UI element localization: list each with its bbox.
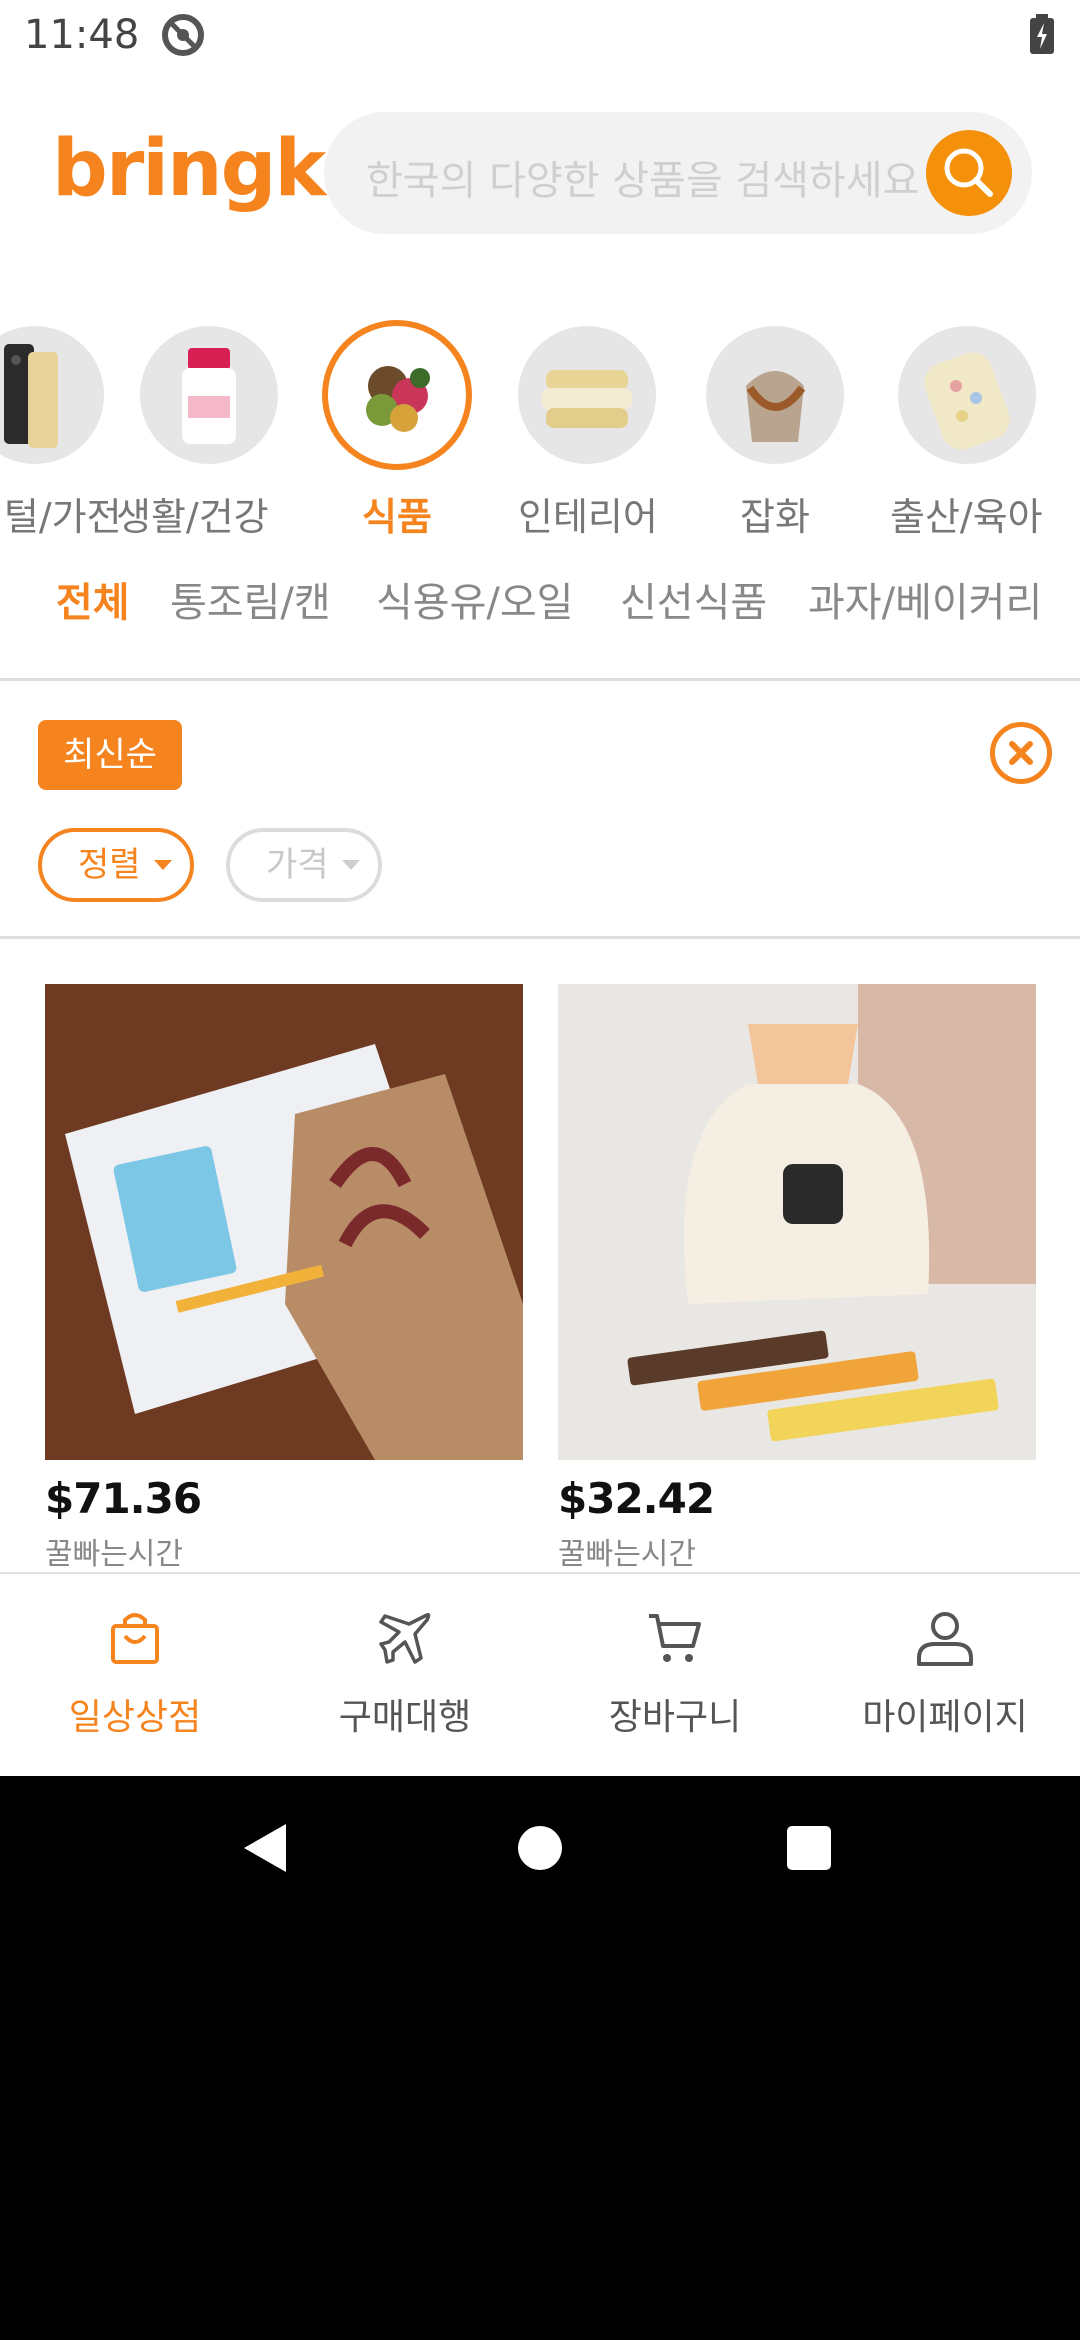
sort-dropdown-label: 정렬: [78, 845, 141, 885]
applied-sort-chip[interactable]: 최신순: [38, 720, 182, 790]
nav-label: 마이페이지: [862, 1697, 1028, 1738]
category-interior[interactable]: 인테리어: [518, 326, 708, 539]
airplane-icon: [379, 1612, 431, 1664]
tab-fresh[interactable]: 신선식품: [620, 570, 767, 628]
nav-label: 구매대행: [338, 1697, 472, 1738]
search-bar[interactable]: 한국의 다양한 상품을 검색하세요: [324, 112, 1032, 234]
product-card[interactable]: $71.36 꿀빠는시간: [45, 984, 523, 1573]
nav-daily-shop[interactable]: 일상상점: [0, 1574, 270, 1776]
tab-snacks-bakery[interactable]: 과자/베이커리: [808, 570, 1042, 628]
status-time: 11:48: [24, 12, 140, 58]
recent-apps-icon[interactable]: [787, 1826, 831, 1870]
nav-my-page[interactable]: 마이페이지: [810, 1574, 1080, 1776]
product-price: $71.36: [45, 1474, 202, 1523]
category-label: 디지털/가전: [0, 495, 122, 539]
product-brand: 꿀빠는시간: [45, 1537, 183, 1572]
food-icon: [322, 320, 472, 470]
battery-icon: [1030, 14, 1054, 54]
category-goods[interactable]: 잡화: [706, 326, 896, 539]
category-baby[interactable]: 출산/육아: [890, 326, 1080, 539]
app-screen: 11:48 bringko 한국의 다양한 상품을 검색하세요 털/가전 생활/…: [0, 0, 1080, 1776]
category-label: 인테리어: [518, 495, 658, 539]
tab-oil[interactable]: 식용유/오일: [376, 570, 573, 628]
product-image[interactable]: [558, 984, 1036, 1460]
tab-canned[interactable]: 통조림/캔: [170, 570, 331, 628]
chevron-down-icon: [154, 860, 172, 870]
clear-filter-button[interactable]: [990, 722, 1052, 784]
sort-dropdown[interactable]: 정렬: [38, 828, 194, 902]
supplement-bottle-icon: [140, 326, 278, 464]
divider: [0, 678, 1080, 681]
bedding-icon: [518, 326, 656, 464]
back-icon[interactable]: [244, 1824, 286, 1872]
category-label: 잡화: [740, 495, 810, 539]
bottom-navigation: 일상상점 구매대행 장바구니 마이페이지: [0, 1572, 1080, 1776]
divider: [0, 936, 1080, 939]
phone-icon: [0, 326, 104, 464]
shopping-bag-icon: [111, 1613, 159, 1664]
product-brand: 꿀빠는시간: [558, 1537, 696, 1572]
search-button[interactable]: [926, 130, 1012, 216]
category-health[interactable]: 생활/건강: [116, 326, 330, 539]
nav-label: 장바구니: [608, 1697, 742, 1738]
cart-icon: [649, 1614, 701, 1662]
price-dropdown[interactable]: 가격: [226, 828, 382, 902]
search-input[interactable]: 한국의 다양한 상품을 검색하세요: [366, 148, 926, 206]
at-sign-icon: [162, 14, 204, 56]
bag-icon: [706, 326, 844, 464]
price-dropdown-label: 가격: [266, 845, 329, 885]
home-icon[interactable]: [518, 1826, 562, 1870]
category-label: 출산/육아: [890, 495, 1043, 539]
nav-label: 일상상점: [68, 1697, 202, 1738]
product-price: $32.42: [558, 1474, 715, 1523]
status-bar: 11:48: [0, 0, 1080, 72]
subcategory-tabs: 전체 통조림/캔 식용유/오일 신선식품 과자/베이커리: [0, 570, 1080, 630]
category-food[interactable]: 식품: [322, 320, 512, 539]
nav-cart[interactable]: 장바구니: [540, 1574, 810, 1776]
user-icon: [917, 1612, 973, 1666]
search-icon: [944, 148, 993, 197]
category-label: 생활/건강: [116, 495, 269, 539]
baby-item-icon: [898, 326, 1036, 464]
product-card[interactable]: $32.42 꿀빠는시간: [558, 984, 1036, 1573]
chevron-down-icon: [342, 860, 360, 870]
category-label: 식품: [362, 495, 432, 539]
product-image[interactable]: [45, 984, 523, 1460]
close-icon: [1009, 741, 1033, 765]
tab-all[interactable]: 전체: [56, 570, 130, 628]
nav-purchase-agency[interactable]: 구매대행: [270, 1574, 540, 1776]
